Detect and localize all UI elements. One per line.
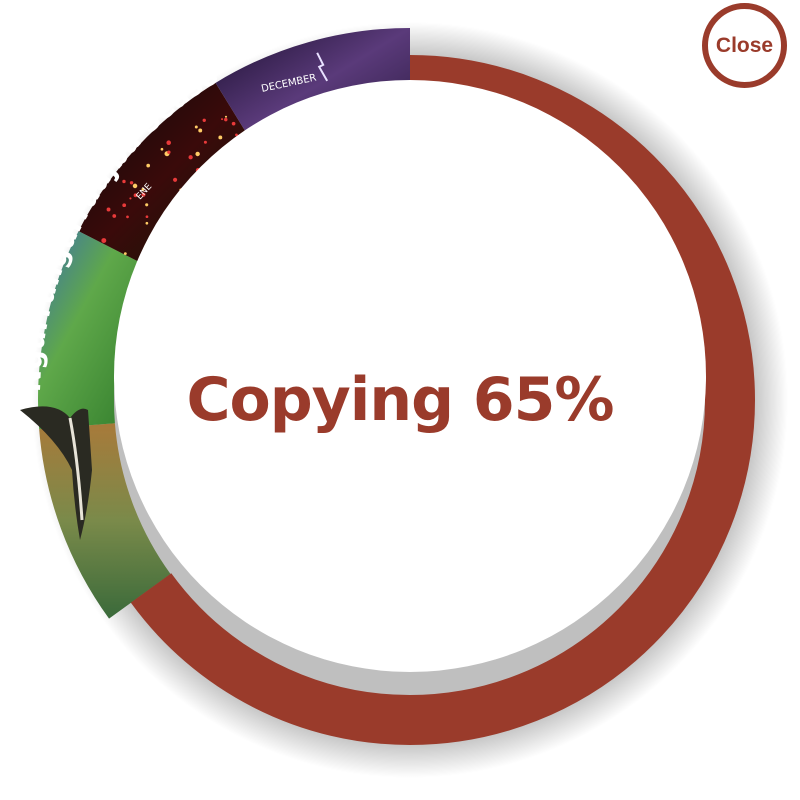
firework-spark [224, 118, 227, 121]
firework-spark [167, 151, 170, 154]
firework-spark [146, 164, 150, 168]
firework-spark [126, 215, 129, 218]
firework-spark [122, 180, 125, 183]
firework-spark [145, 203, 148, 206]
firework-spark [112, 214, 116, 218]
firework-spark [101, 238, 106, 243]
close-button-label: Close [716, 34, 773, 58]
firework-spark [188, 155, 192, 159]
copy-progress-overlay: Ngurrungurrudjba Seasons yellow water, k… [0, 0, 800, 800]
copy-status-text: Copying 65% [0, 362, 800, 438]
firework-spark [146, 222, 149, 225]
firework-spark [173, 178, 177, 182]
firework-spark [161, 148, 164, 151]
firework-spark [204, 141, 207, 144]
firework-spark [146, 215, 149, 218]
firework-spark [133, 184, 138, 189]
firework-spark [232, 122, 236, 126]
firework-spark [122, 203, 126, 207]
firework-spark [124, 252, 127, 255]
close-button[interactable]: Close [702, 3, 787, 88]
firework-spark [195, 126, 198, 129]
firework-spark [166, 140, 171, 145]
firework-spark [198, 129, 202, 133]
firework-spark [130, 181, 133, 184]
firework-spark [225, 116, 227, 118]
firework-spark [129, 197, 131, 199]
firework-spark [221, 118, 223, 120]
firework-spark [195, 152, 199, 156]
firework-spark [203, 119, 206, 122]
firework-spark [218, 136, 222, 140]
firework-spark [107, 208, 111, 212]
